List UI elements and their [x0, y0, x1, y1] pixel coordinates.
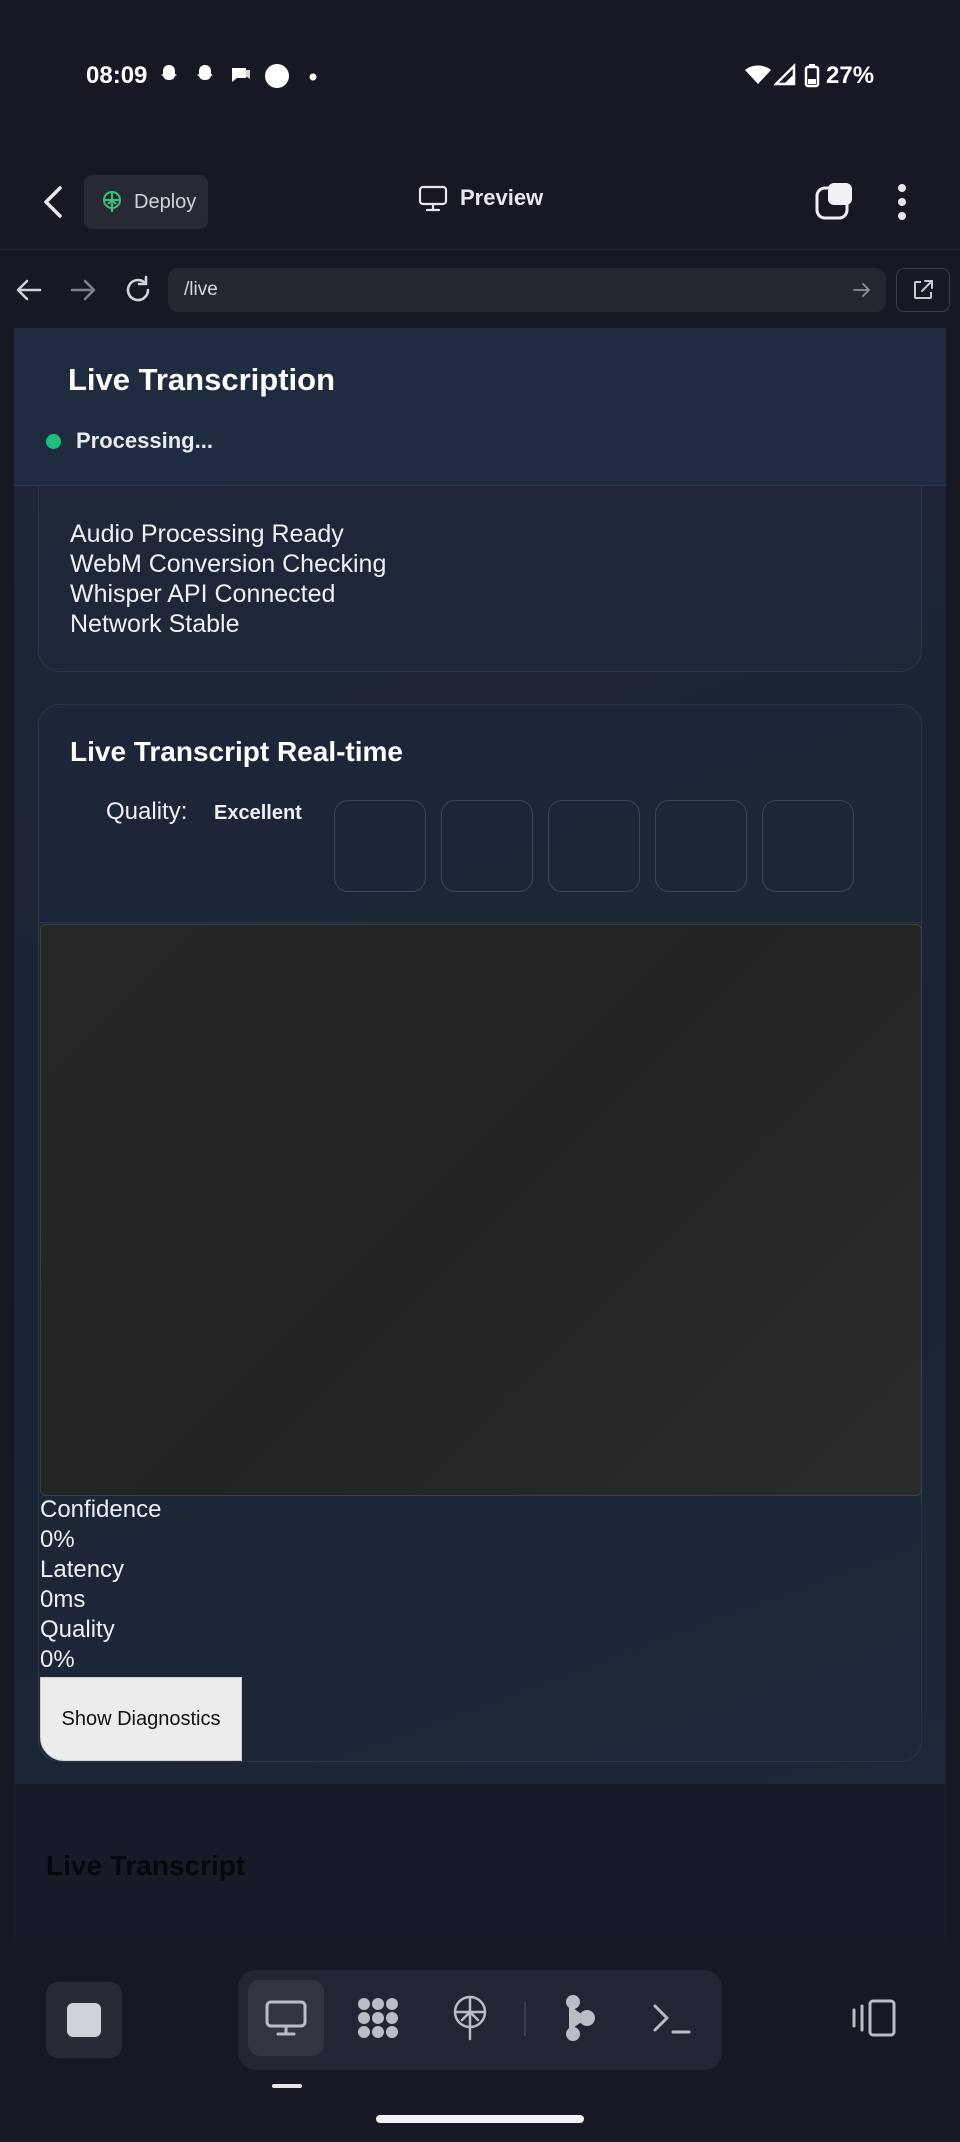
battery-percent: 27%	[826, 62, 875, 89]
transcript-text-area[interactable]	[40, 924, 922, 1496]
tabs-icon	[815, 183, 852, 220]
signal-icon	[774, 62, 796, 86]
status-time: 08:09	[86, 62, 148, 89]
quality-bar-box	[334, 800, 426, 892]
more-vertical-icon	[898, 184, 906, 220]
go-arrow-icon[interactable]	[852, 280, 872, 300]
bottom-toolbar	[0, 1942, 960, 2142]
workflow-icon	[566, 1995, 595, 2041]
quality-label: Quality:	[106, 798, 188, 825]
monitor-icon	[265, 2000, 307, 2036]
show-diagnostics-button[interactable]: Show Diagnostics	[40, 1677, 242, 1761]
battery-icon	[804, 64, 820, 88]
browser-bar: /live	[0, 250, 960, 328]
metric-value-latency: 0ms	[40, 1586, 86, 1613]
quality-bar-box	[441, 800, 533, 892]
snapchat-icon	[197, 65, 213, 80]
tool-deploy-button[interactable]	[432, 1980, 508, 2056]
metric-value-quality: 0%	[40, 1646, 75, 1673]
check-item: WebM Conversion Checking	[70, 550, 387, 578]
arrow-left-icon[interactable]	[14, 276, 44, 304]
toolbar-divider	[524, 2002, 526, 2036]
circle-icon	[265, 64, 289, 88]
page-title: Live Transcription	[68, 362, 336, 397]
metric-value-confidence: 0%	[40, 1526, 75, 1553]
tool-apps-button[interactable]	[340, 1980, 416, 2056]
preview-label: Preview	[460, 185, 544, 210]
tool-terminal-button[interactable]	[634, 1980, 710, 2056]
deploy-button[interactable]: Deploy	[84, 175, 208, 229]
external-link-icon	[914, 280, 933, 299]
stop-button[interactable]	[46, 1982, 122, 2058]
chevron-left-icon	[44, 186, 62, 218]
quality-value: Excellent	[214, 802, 302, 824]
status-indicator-dot	[46, 434, 61, 449]
more-options-button[interactable]	[884, 180, 920, 224]
live-transcript-heading: Live Transcript	[46, 1850, 246, 1881]
url-bar[interactable]: /live	[168, 268, 886, 312]
url-text: /live	[184, 279, 218, 300]
refresh-icon[interactable]	[122, 274, 154, 306]
stop-icon	[67, 2003, 101, 2037]
metric-label-confidence: Confidence	[40, 1496, 162, 1523]
apps-icon	[358, 1998, 398, 2038]
deploy-icon	[103, 191, 121, 212]
divider	[38, 922, 922, 923]
quality-bar-box	[762, 800, 854, 892]
app-bar: Deploy Preview	[0, 150, 960, 250]
realtime-title: Live Transcript Real-time	[70, 736, 404, 767]
deploy-icon	[453, 1995, 487, 2041]
back-button[interactable]	[34, 182, 74, 222]
metric-label-quality: Quality	[40, 1616, 115, 1643]
wifi-icon	[745, 65, 771, 84]
check-item: Whisper API Connected	[70, 580, 336, 608]
active-tool-indicator	[272, 2084, 302, 2088]
home-indicator[interactable]	[376, 2115, 584, 2123]
tool-group	[238, 1970, 722, 2070]
tabs-button[interactable]	[814, 182, 854, 222]
status-bar: 08:09 27%	[0, 0, 960, 150]
chat-icon	[232, 68, 250, 82]
preview-title[interactable]: Preview	[418, 184, 543, 212]
open-external-button[interactable]	[896, 268, 950, 312]
header-panel: Live Transcription Processing...	[14, 328, 946, 486]
dot-icon	[309, 73, 317, 81]
web-content: Audio Processing Ready WebM Conversion C…	[14, 328, 946, 1942]
split-layout-icon[interactable]	[850, 1998, 898, 2038]
arrow-right-icon[interactable]	[68, 276, 98, 304]
quality-bar-box	[655, 800, 747, 892]
tool-workflow-button[interactable]	[542, 1980, 618, 2056]
snapchat-icon	[161, 65, 177, 80]
tool-monitor-button[interactable]	[248, 1980, 324, 2056]
check-item: Audio Processing Ready	[70, 520, 344, 548]
quality-bar-box	[548, 800, 640, 892]
metric-label-latency: Latency	[40, 1556, 125, 1583]
monitor-icon	[418, 185, 448, 212]
deploy-label: Deploy	[134, 190, 197, 213]
check-item: Network Stable	[70, 610, 240, 638]
terminal-icon	[653, 2004, 691, 2034]
status-text: Processing...	[76, 428, 213, 453]
